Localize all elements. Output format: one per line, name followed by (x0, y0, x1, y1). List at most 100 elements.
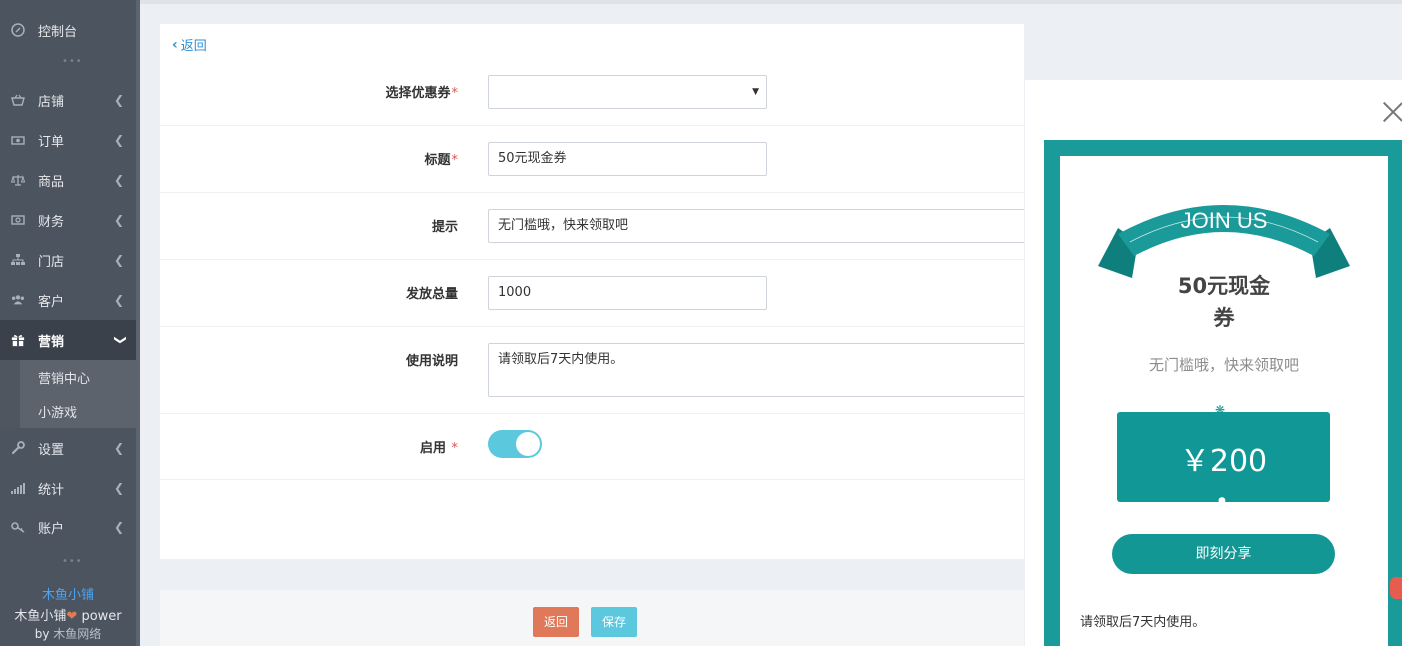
back-button[interactable]: 返回 (533, 607, 579, 637)
close-icon[interactable] (1382, 101, 1402, 123)
dashboard-icon (11, 23, 25, 37)
submenu-item-mini-games[interactable]: 小游戏 (38, 402, 77, 421)
sidebar-item-label: 营销 (38, 334, 65, 350)
cash-icon (11, 213, 25, 227)
title-label-text: 标题 (424, 153, 451, 168)
sidebar-item-label: 门店 (38, 254, 65, 270)
company-link[interactable]: 木鱼网络 (53, 627, 101, 641)
enable-toggle[interactable] (488, 430, 542, 458)
tip-label-text: 提示 (431, 220, 458, 235)
sidebar-item-dashboard[interactable]: 控制台 (0, 10, 136, 50)
total-input[interactable]: 1000 (488, 276, 767, 310)
chevron-left-icon: ❮ (113, 93, 124, 107)
sidebar-item-label: 设置 (38, 442, 65, 458)
basket-icon (11, 93, 25, 107)
powered-suffix: power (81, 609, 122, 624)
share-button[interactable]: 即刻分享 (1112, 534, 1335, 574)
chevron-left-icon: ❮ (113, 481, 124, 495)
sidebar-item-customers[interactable]: 客户 ❮ (0, 280, 136, 320)
title-input[interactable]: 50元现金券 (488, 142, 767, 176)
sidebar-item-finance[interactable]: 财务 ❮ (0, 200, 136, 240)
coupon-select[interactable]: ▼ (488, 75, 767, 109)
chevron-left-icon: ❮ (113, 441, 124, 455)
row-divider (160, 326, 1024, 327)
required-mark: * (451, 153, 459, 168)
signal-icon (11, 481, 25, 495)
chevron-left-icon: ❮ (113, 293, 124, 307)
required-mark: * (451, 441, 459, 456)
wrench-icon (11, 441, 25, 455)
enable-label-text: 启用 (419, 441, 446, 456)
enable-label: 启用 * (158, 437, 458, 456)
tip-input[interactable]: 无门槛哦，快来领取吧 (488, 209, 1028, 243)
scale-icon (11, 173, 25, 187)
badge-icon (1390, 577, 1402, 599)
required-mark: * (451, 86, 459, 101)
chevron-down-icon: ❮ (111, 334, 126, 346)
powered-by: 木鱼小铺❤ power (0, 605, 136, 624)
row-divider (160, 479, 1024, 480)
sitemap-icon (11, 253, 25, 267)
desc-label-text: 使用说明 (405, 354, 458, 369)
save-button[interactable]: 保存 (591, 607, 637, 637)
preview-desc: 请领取后7天内使用。 (1080, 615, 1206, 630)
sidebar-scrollbar[interactable] (136, 0, 140, 646)
back-link-label: 返回 (180, 39, 207, 54)
row-divider (160, 259, 1024, 260)
company-credit: by 木鱼网络 (0, 625, 136, 642)
chevron-left-icon: ‹ (172, 36, 178, 53)
sidebar-item-label: 控制台 (38, 24, 78, 40)
sidebar-item-label: 商品 (38, 174, 65, 190)
brand-name[interactable]: 木鱼小铺 (0, 584, 136, 603)
sidebar-item-label: 订单 (38, 134, 65, 150)
sidebar-item-label: 客户 (38, 294, 65, 310)
submenu-item-marketing-center[interactable]: 营销中心 (38, 368, 90, 387)
sidebar-item-marketing[interactable]: 营销 ❮ (0, 320, 136, 360)
total-label-text: 发放总量 (405, 287, 458, 302)
ornament-top-icon: ❋ (1215, 403, 1226, 417)
preview-amount: ￥200 (1179, 444, 1268, 479)
row-divider (160, 192, 1024, 193)
back-link[interactable]: ‹ 返回 (172, 35, 207, 55)
chevron-left-icon: ❮ (113, 253, 124, 267)
divider-dots: ••• (62, 556, 83, 567)
users-icon (11, 293, 25, 307)
chevron-left-icon: ❮ (113, 213, 124, 227)
powered-name: 木鱼小铺 (14, 609, 67, 624)
gift-icon (11, 333, 25, 347)
money-icon (11, 133, 25, 147)
caret-down-icon: ▼ (752, 87, 759, 97)
sidebar-item-stores[interactable]: 门店 ❮ (0, 240, 136, 280)
by-label: by (34, 627, 50, 641)
sidebar-item-shop[interactable]: 店铺 ❮ (0, 80, 136, 120)
sidebar-item-settings[interactable]: 设置 ❮ (0, 428, 136, 468)
total-label: 发放总量 (158, 283, 458, 302)
sidebar-item-label: 财务 (38, 214, 65, 230)
banner-text: JOIN US (1181, 208, 1268, 233)
toggle-knob (516, 432, 540, 456)
chevron-left-icon: ❮ (113, 173, 124, 187)
chevron-left-icon: ❮ (113, 520, 124, 534)
sidebar-item-label: 统计 (38, 482, 65, 498)
key-icon (11, 520, 25, 534)
top-bar (140, 0, 1402, 4)
row-divider (160, 125, 1024, 126)
heart-icon: ❤ (66, 609, 78, 624)
chevron-left-icon: ❮ (113, 133, 124, 147)
sidebar-item-stats[interactable]: 统计 ❮ (0, 468, 136, 508)
desc-label: 使用说明 (158, 350, 458, 369)
tip-label: 提示 (158, 216, 458, 235)
ornament-bottom-icon: ● (1218, 496, 1226, 506)
coupon-label: 选择优惠券* (158, 82, 458, 101)
title-label: 标题* (158, 149, 458, 168)
desc-textarea[interactable]: 请领取后7天内使用。 (488, 343, 1028, 397)
coupon-label-text: 选择优惠券 (385, 86, 451, 101)
preview-tip: 无门槛哦，快来领取吧 (1148, 356, 1299, 374)
sidebar-item-account[interactable]: 账户 ❮ (0, 507, 136, 547)
sidebar-item-label: 账户 (38, 521, 65, 537)
preview-title: 50元现金券 (1177, 274, 1271, 330)
sidebar-item-orders[interactable]: 订单 ❮ (0, 120, 136, 160)
sidebar-item-products[interactable]: 商品 ❮ (0, 160, 136, 200)
divider-dots: ••• (62, 56, 83, 67)
row-divider (160, 413, 1024, 414)
